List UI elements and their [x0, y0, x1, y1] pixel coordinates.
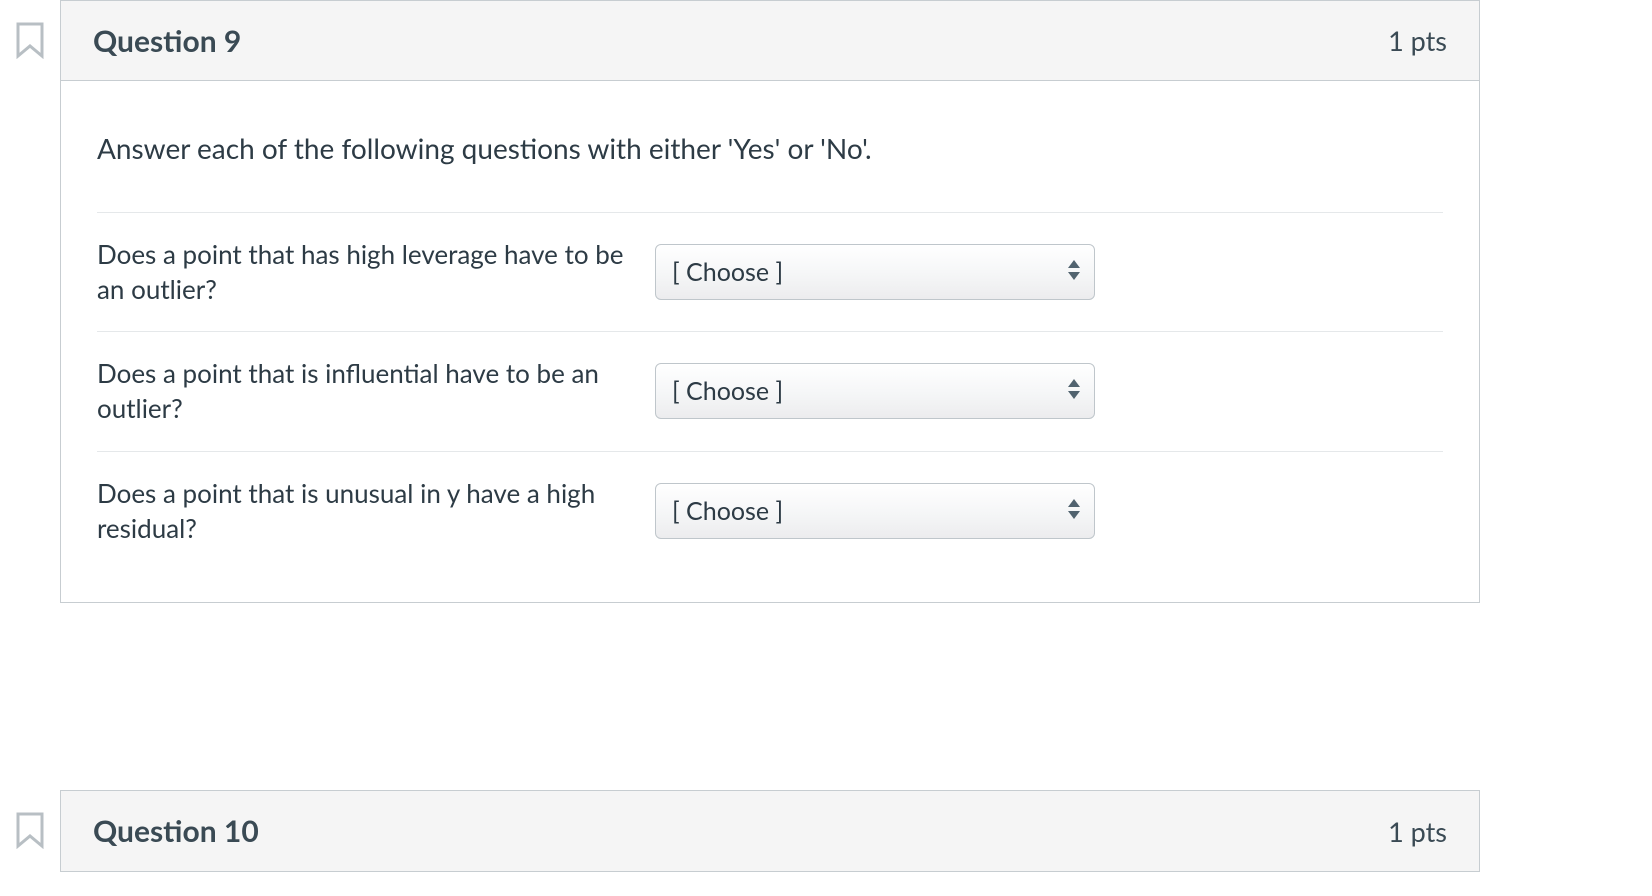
- match-row: Does a point that is influential have to…: [97, 331, 1443, 450]
- match-select-2[interactable]: [ Choose ]: [655, 363, 1095, 419]
- bookmark-gutter-q10: [0, 808, 60, 852]
- question-header: Question 10 1 pts: [61, 791, 1479, 871]
- match-select-wrapper: [ Choose ]: [655, 244, 1095, 300]
- question-title: Question 9: [93, 23, 241, 59]
- match-label: Does a point that is influential have to…: [97, 356, 637, 426]
- question-card-9: Question 9 1 pts Answer each of the foll…: [60, 0, 1480, 603]
- select-value: [ Choose ]: [672, 257, 783, 287]
- bookmark-gutter-q9: [0, 18, 60, 62]
- match-select-wrapper: [ Choose ]: [655, 483, 1095, 539]
- question-header: Question 9 1 pts: [61, 1, 1479, 81]
- match-select-3[interactable]: [ Choose ]: [655, 483, 1095, 539]
- quiz-page: Question 9 1 pts Answer each of the foll…: [0, 0, 1652, 896]
- match-select-wrapper: [ Choose ]: [655, 363, 1095, 419]
- select-value: [ Choose ]: [672, 376, 783, 406]
- question-points: 1 pts: [1388, 815, 1447, 848]
- match-label: Does a point that has high leverage have…: [97, 237, 637, 307]
- question-prompt: Answer each of the following questions w…: [97, 129, 1443, 168]
- match-select-1[interactable]: [ Choose ]: [655, 244, 1095, 300]
- bookmark-icon[interactable]: [15, 21, 45, 59]
- question-body: Answer each of the following questions w…: [61, 81, 1479, 602]
- question-title: Question 10: [93, 813, 259, 849]
- select-value: [ Choose ]: [672, 496, 783, 526]
- question-points: 1 pts: [1388, 24, 1447, 57]
- match-row: Does a point that is unusual in y have a…: [97, 451, 1443, 546]
- bookmark-icon[interactable]: [15, 811, 45, 849]
- question-card-10: Question 10 1 pts: [60, 790, 1480, 872]
- match-label: Does a point that is unusual in y have a…: [97, 476, 637, 546]
- match-row: Does a point that has high leverage have…: [97, 212, 1443, 331]
